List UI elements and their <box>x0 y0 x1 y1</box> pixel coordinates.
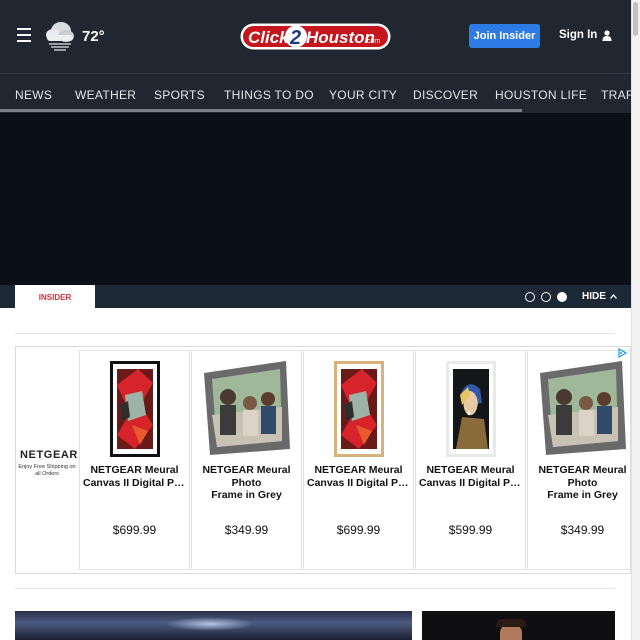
carousel-dot-1[interactable] <box>525 292 535 302</box>
product-price: $699.99 <box>336 523 381 537</box>
nav-item-news[interactable]: NEWS <box>15 88 52 102</box>
divider-top <box>15 333 615 334</box>
product-title-line2: Frame in Grey <box>211 489 282 501</box>
adchoices-icon[interactable] <box>617 348 627 358</box>
product-title-line1: NETGEAR Meural <box>426 464 515 476</box>
product-title-line1: NETGEAR Meural <box>314 464 403 476</box>
carousel-dot-3[interactable] <box>557 292 567 302</box>
page: 72° Click 2 Houston .com Join Insider Si… <box>0 0 640 640</box>
page-scrollbar[interactable] <box>631 0 640 640</box>
product-title-line1: NETGEAR Meural Photo <box>538 464 627 489</box>
product-title: NETGEAR Meural Photo Frame in Grey <box>195 464 298 502</box>
product-title-line1: NETGEAR Meural <box>90 464 179 476</box>
carousel-dots <box>525 292 567 302</box>
divider-bottom <box>15 588 615 589</box>
product-title-line1: NETGEAR Meural Photo <box>202 464 291 489</box>
netgear-ad[interactable]: NETGEAR Enjoy Free Shipping on all Order… <box>15 346 631 574</box>
product-card[interactable]: NETGEAR Meural Canvas II Digital Phot… $… <box>303 350 414 570</box>
person-hair <box>496 619 526 627</box>
product-card[interactable]: NETGEAR Meural Canvas II Digital Phot… $… <box>415 350 526 570</box>
product-image-red-painting <box>110 361 160 457</box>
story-thumbnail-2[interactable] <box>422 611 615 640</box>
product-image-red-painting-wood <box>334 361 384 457</box>
user-icon <box>602 29 612 41</box>
product-image-family-photo <box>540 361 626 455</box>
product-price: $349.99 <box>224 523 269 537</box>
menu-icon[interactable] <box>17 28 31 42</box>
product-title: NETGEAR Meural Photo Frame in Grey <box>531 464 630 502</box>
ad-brand-panel[interactable]: NETGEAR Enjoy Free Shipping on all Order… <box>16 347 80 573</box>
nav-item-your-city[interactable]: YOUR CITY <box>329 88 397 102</box>
nav-item-traffic[interactable]: TRAFF <box>601 88 631 102</box>
insider-tab[interactable]: INSIDER <box>15 285 95 309</box>
page-scrollbar-thumb[interactable] <box>633 2 638 36</box>
nav-item-discover[interactable]: DISCOVER <box>413 88 478 102</box>
netgear-logo: NETGEAR <box>20 449 78 461</box>
product-price: $699.99 <box>112 523 157 537</box>
product-price: $599.99 <box>448 523 493 537</box>
product-card[interactable]: NETGEAR Meural Canvas II Digital Phot… $… <box>79 350 190 570</box>
product-title: NETGEAR Meural Canvas II Digital Phot… <box>419 464 522 489</box>
product-image-pearl-earring <box>446 361 496 457</box>
nav-item-things-to-do[interactable]: THINGS TO DO <box>224 88 314 102</box>
main-nav: NEWS WEATHER SPORTS THINGS TO DO YOUR CI… <box>0 73 631 113</box>
product-title-line2: Frame in Grey <box>547 489 618 501</box>
logo-text-two: 2 <box>289 27 301 49</box>
nav-scrollbar[interactable] <box>0 109 522 112</box>
stage-light <box>165 617 255 631</box>
product-title: NETGEAR Meural Canvas II Digital Phot… <box>307 464 410 489</box>
product-price: $349.99 <box>560 523 605 537</box>
chevron-up-icon <box>609 294 617 299</box>
nav-item-sports[interactable]: SPORTS <box>154 88 205 102</box>
sign-in-label: Sign In <box>559 29 598 41</box>
logo-text-click: Click <box>248 28 290 47</box>
product-title-line2: Canvas II Digital Phot… <box>307 476 410 489</box>
product-image-family-photo <box>204 361 290 455</box>
logo-text-suffix: .com <box>365 38 380 45</box>
temperature[interactable]: 72° <box>82 28 105 45</box>
hide-label: HIDE <box>582 291 606 302</box>
hide-button[interactable]: HIDE <box>582 291 617 302</box>
sign-in-link[interactable]: Sign In <box>559 29 612 41</box>
cloud-rain-icon[interactable] <box>44 18 76 52</box>
story-thumbnail-1[interactable] <box>15 611 412 640</box>
product-title-line2: Canvas II Digital Phot… <box>419 476 522 489</box>
ad-tagline: Enjoy Free Shipping on all Orders <box>18 464 76 477</box>
product-card[interactable]: NETGEAR Meural Photo Frame in Grey $349.… <box>527 350 630 570</box>
product-card[interactable]: NETGEAR Meural Photo Frame in Grey $349.… <box>191 350 302 570</box>
click2houston-logo[interactable]: Click 2 Houston .com <box>240 23 391 50</box>
carousel-dot-2[interactable] <box>541 292 551 302</box>
video-player[interactable] <box>0 113 631 285</box>
site-header: 72° Click 2 Houston .com Join Insider Si… <box>0 0 631 73</box>
product-title-line2: Canvas II Digital Phot… <box>83 476 186 489</box>
product-title: NETGEAR Meural Canvas II Digital Phot… <box>83 464 186 489</box>
nav-item-houston-life[interactable]: HOUSTON LIFE <box>495 88 587 102</box>
join-insider-button[interactable]: Join Insider <box>469 24 540 48</box>
nav-item-weather[interactable]: WEATHER <box>75 88 136 102</box>
